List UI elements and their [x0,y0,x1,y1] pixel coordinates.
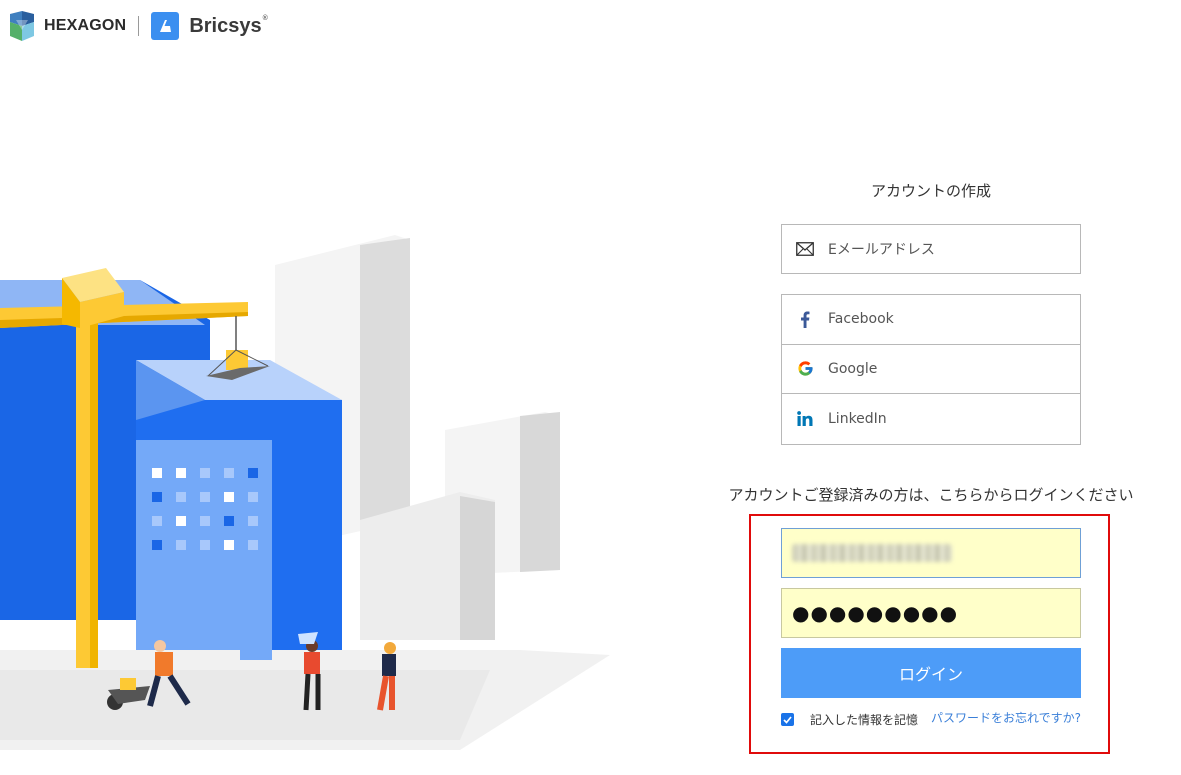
facebook-label: Facebook [828,311,894,328]
logo-separator [138,16,140,36]
facebook-login-button[interactable]: Facebook [782,295,1080,345]
social-login-group: Facebook Google LinkedIn [781,294,1081,445]
hexagon-brand-text: HEXAGON [44,17,127,34]
checkmark-icon [783,715,792,724]
construction-illustration [0,235,610,750]
google-login-button[interactable]: Google [782,345,1080,394]
remember-label: 記入した情報を記憶 [810,713,919,727]
bricsys-brand-text: Bricsys® [189,14,268,37]
forgot-password-link[interactable]: パスワードをお忘れですか? [931,709,1081,726]
email-field[interactable] [781,528,1081,578]
signup-email-label: Eメールアドレス [828,242,935,258]
linkedin-label: LinkedIn [828,410,887,427]
password-mask: ●●●●●●●●● [792,601,959,625]
header-logo: HEXAGON Bricsys® [6,9,268,43]
hexagon-logo-icon [10,11,34,41]
google-label: Google [828,360,878,377]
login-button[interactable]: ログイン [781,648,1081,698]
bricsys-logo-icon [151,12,180,40]
signup-email-button[interactable]: Eメールアドレス [781,224,1081,274]
password-field[interactable]: ●●●●●●●●● [781,588,1081,638]
remember-checkbox[interactable] [781,713,794,726]
login-heading: アカウントご登録済みの方は、こちらからログインください [728,486,1134,504]
envelope-icon [782,242,828,256]
google-icon [782,360,828,377]
linkedin-icon [782,411,828,427]
create-account-title: アカウントの作成 [870,182,991,200]
facebook-icon [782,311,828,328]
remember-me[interactable]: 記入した情報を記憶 [781,711,918,728]
blurred-email-value [792,544,952,562]
linkedin-login-button[interactable]: LinkedIn [782,394,1080,444]
